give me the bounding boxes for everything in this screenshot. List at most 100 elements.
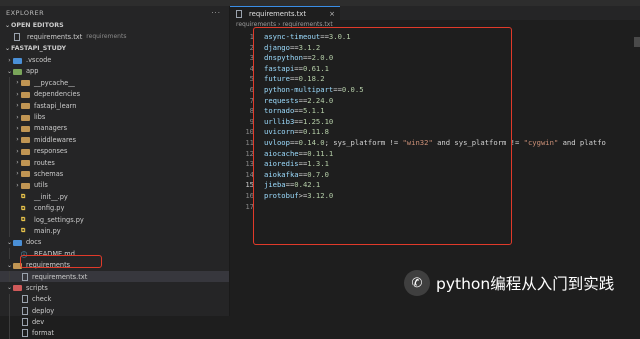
- line-number: 13: [245, 159, 254, 169]
- tree-item[interactable]: check: [0, 293, 229, 305]
- text-file-icon: [22, 318, 28, 327]
- explorer-title: EXPLORER: [6, 9, 45, 17]
- tree-item-label: scripts: [26, 283, 48, 292]
- tree-item-label: app: [26, 67, 39, 76]
- tree-item[interactable]: ⧉ log_settings.py: [0, 213, 229, 226]
- line-number: 2: [249, 42, 254, 52]
- tree-item[interactable]: ⧉ __init__.py: [0, 191, 229, 203]
- tree-item[interactable]: deploy: [0, 304, 229, 317]
- chevron-icon: ⌄: [6, 284, 13, 292]
- chevron-icon: ›: [16, 147, 19, 155]
- tree-item[interactable]: › libs: [0, 111, 229, 123]
- chevron-icon: ›: [16, 124, 19, 132]
- tree-item[interactable]: › responses: [0, 145, 229, 157]
- chevron-icon: ›: [16, 170, 19, 178]
- watermark-text: python编程从入门到实践: [436, 275, 615, 293]
- indent-guide: [9, 202, 10, 214]
- tree-item[interactable]: › managers: [0, 122, 229, 135]
- chevron-down-icon: ⌄: [4, 45, 11, 53]
- tree-item-label: docs: [26, 238, 42, 247]
- indent-guide: [9, 77, 10, 89]
- line-number: 10: [245, 127, 254, 137]
- tree-item[interactable]: ›. vscode: [0, 54, 229, 65]
- tree-item-label: responses: [34, 147, 68, 156]
- tree-item-label: utils: [34, 181, 48, 190]
- tree-item[interactable]: › __pycache__: [0, 77, 229, 89]
- indent-guide: [9, 304, 10, 317]
- code-token: and platfo: [558, 138, 606, 147]
- open-editor-item[interactable]: requirements.txt requirements: [0, 31, 229, 42]
- folder-icon: [21, 160, 30, 167]
- folder-icon: [21, 80, 30, 87]
- project-section[interactable]: ⌄ FASTAPI_STUDY: [0, 43, 229, 54]
- scrollbar[interactable]: [634, 37, 640, 47]
- tree-item-label: log_settings.py: [34, 215, 84, 224]
- tree-item[interactable]: requirements.txt: [0, 270, 229, 283]
- indent-guide: [9, 293, 10, 305]
- line-number: 15: [245, 180, 254, 190]
- indent-guide: [9, 248, 10, 260]
- open-editor-filename: requirements.txt: [27, 32, 83, 41]
- indent-guide: [9, 191, 10, 203]
- chevron-icon: ›: [16, 159, 19, 167]
- tree-item[interactable]: ⌄ docs: [0, 237, 229, 248]
- tree-item[interactable]: › middlewares: [0, 134, 229, 146]
- folder-icon: [21, 114, 30, 121]
- chevron-icon: ›: [16, 90, 19, 98]
- indent-guide: [9, 270, 10, 283]
- more-actions-icon[interactable]: ···: [211, 9, 221, 17]
- chevron-icon: ›: [8, 56, 11, 64]
- indent-guide: [9, 327, 10, 339]
- indent-guide: [9, 156, 10, 169]
- open-editors-section[interactable]: ⌄ OPEN EDITORS: [0, 20, 229, 31]
- tree-item-label: libs: [34, 113, 46, 122]
- close-icon[interactable]: ×: [329, 10, 335, 18]
- tab-label: requirements.txt: [249, 9, 306, 18]
- tree-item[interactable]: format: [0, 327, 229, 339]
- folder-icon: [21, 148, 30, 155]
- tree-item[interactable]: › schemas: [0, 168, 229, 180]
- tree-item[interactable]: ⌄ scripts: [0, 282, 229, 293]
- line-number: 4: [249, 63, 254, 73]
- text-file-icon: [22, 306, 28, 315]
- chevron-icon: ›: [16, 136, 19, 144]
- indent-guide: [9, 88, 10, 100]
- tree-item[interactable]: dev: [0, 316, 229, 328]
- tree-item[interactable]: ⌄ app: [0, 66, 229, 77]
- folder-icon: [13, 68, 22, 75]
- tree-item-label: deploy: [32, 306, 55, 315]
- indent-guide: [9, 168, 10, 180]
- tab-bar: [340, 6, 640, 20]
- project-name: FASTAPI_STUDY: [11, 45, 67, 53]
- explorer-sidebar: EXPLORER ··· ⌄ OPEN EDITORS requirements…: [0, 6, 230, 339]
- line-number: 9: [249, 116, 254, 126]
- chevron-icon: ›: [16, 102, 19, 110]
- text-file-icon: [22, 295, 28, 304]
- tab-requirements[interactable]: requirements.txt ×: [230, 6, 340, 20]
- open-editors-label: OPEN EDITORS: [11, 22, 64, 29]
- open-editor-folder: requirements: [86, 33, 127, 41]
- folder-icon: [21, 182, 30, 189]
- tree-item[interactable]: › fastapi_learn: [0, 99, 229, 112]
- folder-icon: [13, 285, 22, 292]
- tree-item[interactable]: › dependencies: [0, 88, 229, 100]
- chevron-icon: ›: [16, 113, 19, 121]
- line-number: 3: [249, 53, 254, 63]
- tree-item-label: requirements.txt: [32, 272, 88, 281]
- code-token: "cygwin": [523, 138, 559, 147]
- folder-icon: [21, 103, 30, 110]
- chevron-icon: ⌄: [6, 261, 13, 269]
- line-number: 16: [245, 191, 254, 200]
- line-number: 14: [245, 169, 254, 179]
- tree-item[interactable]: ⧉ config.py: [0, 202, 229, 214]
- line-number: 11: [245, 138, 254, 147]
- line-number: 17: [245, 201, 254, 211]
- line-number: 8: [249, 106, 254, 116]
- highlight-box-file: [20, 255, 102, 268]
- chevron-icon: ›: [16, 181, 19, 189]
- tree-item[interactable]: ⧉ main.py: [0, 225, 229, 237]
- tree-item[interactable]: › utils: [0, 179, 229, 192]
- tree-item[interactable]: › routes: [0, 156, 229, 169]
- line-number: 7: [249, 95, 254, 105]
- file-tree: ›. vscode ⌄ app › __pycache__ › dependencies › fa…: [0, 54, 229, 339]
